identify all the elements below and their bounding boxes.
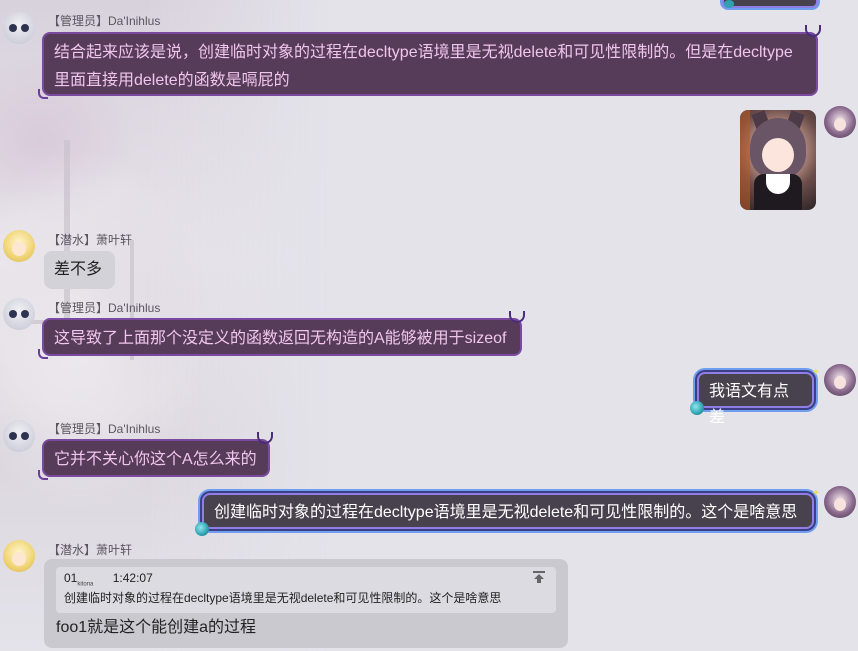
message-text-line: 结合起来应该是说，创建临时对象的过程在decltype语境里是无视delete和… <box>54 44 793 61</box>
quote-text: 创建临时对象的过程在decltype语境里是无视delete和可见性限制的。这个… <box>64 591 502 605</box>
reply-message-bubble[interactable]: 01kitona 1:42:07 创建临时对象的过程在decltype语境里是无… <box>44 559 568 648</box>
blond-avatar-icon[interactable] <box>3 540 35 572</box>
quoted-message[interactable]: 01kitona 1:42:07 创建临时对象的过程在decltype语境里是无… <box>56 567 556 613</box>
image-message[interactable] <box>740 110 816 210</box>
message-text: 我语文有点差 <box>709 383 790 426</box>
my-avatar-icon[interactable] <box>824 106 856 138</box>
quote-header: 01kitona 1:42:07 <box>64 571 153 587</box>
sender-name: 【管理员】Da'Inihlus <box>48 14 161 28</box>
message-text: foo1就是这个能创建a的过程 <box>56 619 257 636</box>
message-text: 这导致了上面那个没定义的函数返回无构造的A能够被用于sizeof <box>54 330 507 347</box>
message-text: 它并不关心你这个A怎么来的 <box>54 451 257 468</box>
sender-name: 【管理员】Da'Inihlus <box>48 422 161 436</box>
quote-author-sub: kitona <box>77 581 94 588</box>
my-avatar-icon[interactable] <box>824 364 856 396</box>
message-text: 差不多 <box>54 261 103 278</box>
blond-avatar-icon[interactable] <box>3 230 35 262</box>
message-bubble[interactable]: 它并不关心你这个A怎么来的 <box>38 432 273 480</box>
admin-avatar-icon[interactable] <box>3 298 35 330</box>
admin-avatar-icon[interactable] <box>3 12 35 44</box>
my-message-bubble[interactable]: 创建临时对象的过程在decltype语境里是无视delete和可见性限制的。这个… <box>195 489 820 536</box>
my-avatar-icon[interactable] <box>824 486 856 518</box>
sender-name: 【潜水】萧叶轩 <box>48 543 133 557</box>
sender-name: 【管理员】Da'Inihlus <box>48 301 161 315</box>
message-bubble[interactable]: 这导致了上面那个没定义的函数返回无构造的A能够被用于sizeof <box>38 311 525 359</box>
message-text: 创建临时对象的过程在decltype语境里是无视delete和可见性限制的。这个… <box>214 504 798 521</box>
my-message-bubble[interactable]: 我语文有点差 ✦ <box>690 368 820 426</box>
previous-message-fragment <box>722 0 818 8</box>
quote-time: 1:42:07 <box>112 571 153 585</box>
admin-avatar-icon[interactable] <box>3 420 35 452</box>
jump-to-original-icon[interactable] <box>532 570 546 584</box>
quote-author: 01 <box>64 571 78 585</box>
message-bubble[interactable]: 差不多 <box>44 251 115 289</box>
message-text-line: 里面直接用delete的函数是嗝屁的 <box>54 72 290 89</box>
sender-name: 【潜水】萧叶轩 <box>48 233 133 247</box>
message-bubble[interactable]: 结合起来应该是说，创建临时对象的过程在decltype语境里是无视delete和… <box>38 25 821 99</box>
